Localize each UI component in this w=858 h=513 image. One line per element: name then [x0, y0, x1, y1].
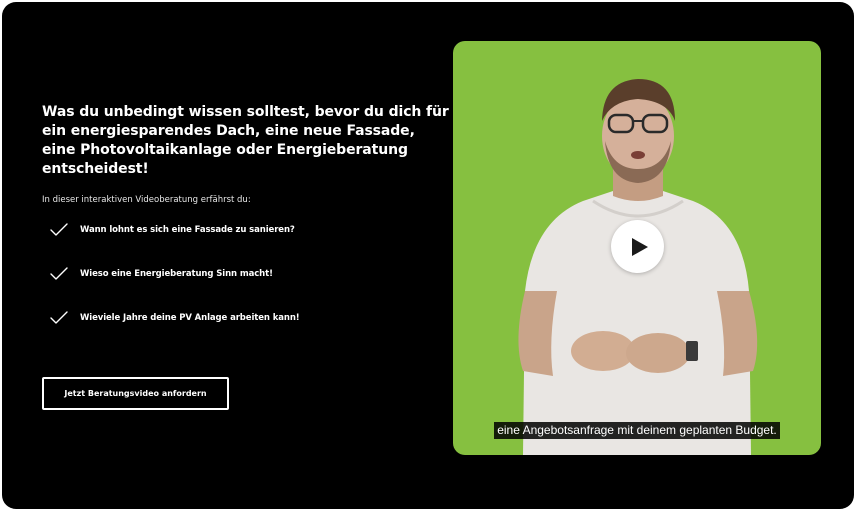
page-title: Was du unbedingt wissen solltest, bevor …: [42, 103, 449, 179]
checkmark-icon: [50, 223, 68, 236]
list-item-label: Wieso eine Energieberatung Sinn macht!: [80, 269, 273, 279]
video-consultation-card: Was du unbedingt wissen solltest, bevor …: [2, 2, 854, 509]
headline-line: ein energiesparendes Dach, eine neue Fas…: [42, 123, 415, 139]
checkmark-icon: [50, 311, 68, 324]
play-icon: [631, 237, 648, 256]
video-player[interactable]: eine Angebotsanfrage mit deinem geplante…: [453, 41, 821, 455]
caption-text: eine Angebotsanfrage mit deinem geplante…: [494, 422, 780, 439]
checkmark-icon: [50, 267, 68, 280]
headline-line: entscheidest!: [42, 161, 149, 177]
video-caption: eine Angebotsanfrage mit deinem geplante…: [453, 421, 821, 439]
list-item: Wann lohnt es sich eine Fassade zu sanie…: [42, 220, 432, 240]
list-item-label: Wieviele Jahre deine PV Anlage arbeiten …: [80, 313, 300, 323]
benefit-list: Wann lohnt es sich eine Fassade zu sanie…: [42, 220, 432, 328]
list-item-label: Wann lohnt es sich eine Fassade zu sanie…: [80, 225, 295, 235]
headline-line: Was du unbedingt wissen solltest, bevor …: [42, 104, 449, 120]
intro-text: In dieser interaktiven Videoberatung erf…: [42, 195, 251, 205]
content-column: Was du unbedingt wissen solltest, bevor …: [42, 103, 449, 352]
list-item: Wieviele Jahre deine PV Anlage arbeiten …: [42, 308, 432, 328]
list-item: Wieso eine Energieberatung Sinn macht!: [42, 264, 432, 284]
headline-line: eine Photovoltaikanlage oder Energiebera…: [42, 142, 408, 158]
request-video-button[interactable]: Jetzt Beratungsvideo anfordern: [42, 377, 229, 410]
play-button[interactable]: [611, 220, 664, 273]
